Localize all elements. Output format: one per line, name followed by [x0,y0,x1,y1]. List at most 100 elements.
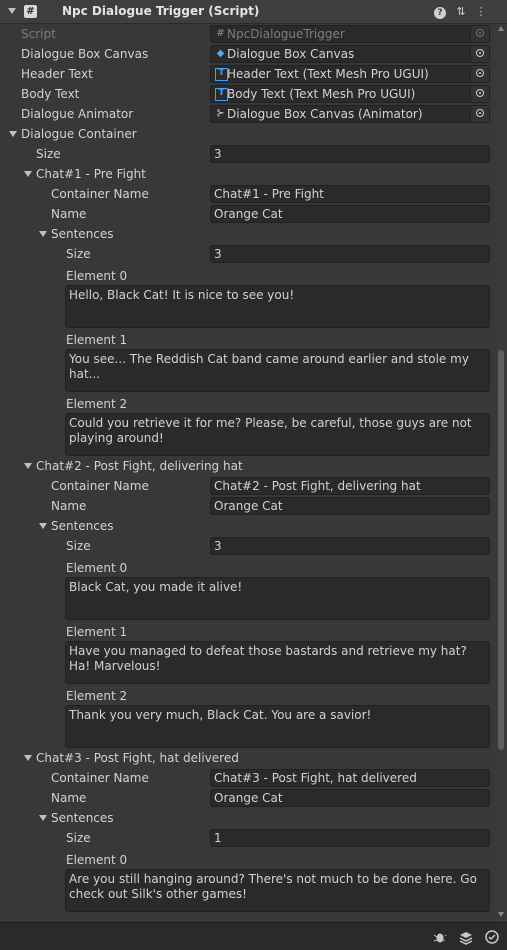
container-size-row: Size 3 [0,144,495,164]
sentences-label: Sentences [51,811,114,825]
header-text-field[interactable]: T Header Text (Text Mesh Pro UGUI) [210,65,490,83]
header-text-row: Header Text T Header Text (Text Mesh Pro… [0,64,495,84]
foldout-arrow-icon[interactable] [24,463,32,469]
element-label: Element 0 [66,853,128,867]
help-icon[interactable]: ? [433,5,447,19]
chat-1-name-row: Name Orange Cat [0,204,495,224]
sentence-textarea[interactable]: Could you retrieve it for me? Please, be… [65,413,490,456]
container-name-input[interactable]: Chat#2 - Post Fight, delivering hat [210,477,490,495]
body-text-field[interactable]: T Body Text (Text Mesh Pro UGUI) [210,85,490,103]
header-text-value: Header Text (Text Mesh Pro UGUI) [227,67,429,81]
chat-2-title: Chat#2 - Post Fight, delivering hat [36,459,243,473]
sentence-textarea[interactable]: Hello, Black Cat! It is nice to see you! [65,285,490,328]
dialogue-box-canvas-field[interactable]: ◆ Dialogue Box Canvas [210,45,490,63]
sentence-textarea[interactable]: You see... The Reddish Cat band came aro… [65,349,490,392]
gameobject-cube-icon: ◆ [216,48,225,59]
chat-2-container-name-row: Container Name Chat#2 - Post Fight, deli… [0,476,495,496]
status-bar [0,922,507,950]
chat-3-foldout[interactable]: Chat#3 - Post Fight, hat delivered [0,748,495,768]
script-row: Script # NpcDialogueTrigger [0,24,495,44]
vertical-scrollbar[interactable] [495,24,507,922]
container-name-input[interactable]: Chat#1 - Pre Fight [210,185,490,203]
name-label: Name [51,499,87,513]
object-picker-icon[interactable] [470,86,489,102]
container-name-input[interactable]: Chat#3 - Post Fight, hat delivered [210,769,490,787]
scroll-down-arrow-icon[interactable] [498,912,504,917]
sentences-label: Sentences [51,227,114,241]
script-file-icon: # [216,28,225,39]
sentences-size-input[interactable]: 1 [210,829,490,847]
script-field: # NpcDialogueTrigger [210,25,490,43]
sentences-size-label: Size [66,539,91,553]
dialogue-box-canvas-value: Dialogue Box Canvas [227,47,355,61]
animator-icon: ⊱ [216,108,225,119]
layers-icon[interactable] [458,929,474,945]
element-label: Element 0 [66,269,128,283]
chat-3-sentences-foldout[interactable]: Sentences [0,808,495,828]
name-input[interactable]: Orange Cat [210,497,490,515]
element-label: Element 2 [66,689,128,703]
chat-2-sentences-foldout[interactable]: Sentences [0,516,495,536]
chat-1-foldout[interactable]: Chat#1 - Pre Fight [0,164,495,184]
name-input[interactable]: Orange Cat [210,789,490,807]
container-name-label: Container Name [51,479,149,493]
element-label: Element 1 [66,625,128,639]
element-label: Element 2 [66,397,128,411]
dialogue-animator-value: Dialogue Box Canvas (Animator) [227,107,423,121]
body-text-value: Body Text (Text Mesh Pro UGUI) [227,87,416,101]
body-text-label: Body Text [21,87,80,101]
chat-2-foldout[interactable]: Chat#2 - Post Fight, delivering hat [0,456,495,476]
container-size-input[interactable]: 3 [210,145,490,163]
component-title: Npc Dialogue Trigger (Script) [62,4,260,18]
dialogue-container-foldout[interactable]: Dialogue Container [0,124,495,144]
chat-1-title: Chat#1 - Pre Fight [36,167,146,181]
kebab-menu-icon[interactable]: ⋮ [474,5,488,19]
foldout-arrow-icon[interactable] [39,231,47,237]
foldout-arrow-icon[interactable] [24,755,32,761]
object-picker-icon[interactable] [470,46,489,62]
chat-1-sentences-foldout[interactable]: Sentences [0,224,495,244]
element-label: Element 1 [66,333,128,347]
dialogue-container-label: Dialogue Container [21,127,137,141]
sentence-textarea[interactable]: Have you managed to defeat those bastard… [65,641,490,684]
container-name-label: Container Name [51,771,149,785]
sentence-textarea[interactable]: Black Cat, you made it alive! [65,577,490,620]
foldout-arrow-icon[interactable] [9,131,17,137]
script-icon: # [24,5,37,18]
body-text-row: Body Text T Body Text (Text Mesh Pro UGU… [0,84,495,104]
name-label: Name [51,791,87,805]
sentence-textarea[interactable]: Thank you very much, Black Cat. You are … [65,705,490,748]
name-label: Name [51,207,87,221]
preset-icon[interactable]: ⇅ [454,5,468,19]
component-header: # Npc Dialogue Trigger (Script) ? ⇅ ⋮ [0,0,507,24]
component-foldout-arrow-icon[interactable] [8,8,16,14]
header-text-label: Header Text [21,67,93,81]
scrollbar-thumb[interactable] [498,350,504,750]
chat-3-container-name-row: Container Name Chat#3 - Post Fight, hat … [0,768,495,788]
dialogue-animator-row: Dialogue Animator ⊱ Dialogue Box Canvas … [0,104,495,124]
container-size-label: Size [36,147,61,161]
check-circle-icon[interactable] [484,929,500,945]
foldout-arrow-icon[interactable] [24,171,32,177]
dialogue-animator-field[interactable]: ⊱ Dialogue Box Canvas (Animator) [210,105,490,123]
chat-3-name-row: Name Orange Cat [0,788,495,808]
sentences-size-label: Size [66,247,91,261]
object-picker-icon[interactable] [470,106,489,122]
object-picker-icon [470,26,489,42]
foldout-arrow-icon[interactable] [39,523,47,529]
sentences-size-input[interactable]: 3 [210,245,490,263]
sentences-size-input[interactable]: 3 [210,537,490,555]
chat-2-sentences-size-row: Size 3 [0,536,495,556]
chat-3-sentences-size-row: Size 1 [0,828,495,848]
scroll-up-arrow-icon[interactable] [498,26,504,31]
chat-1-sentences-size-row: Size 3 [0,244,495,264]
object-picker-icon[interactable] [470,66,489,82]
dialogue-box-canvas-row: Dialogue Box Canvas ◆ Dialogue Box Canva… [0,44,495,64]
dialogue-animator-label: Dialogue Animator [21,107,134,121]
sentences-size-label: Size [66,831,91,845]
debug-icon[interactable] [432,929,448,945]
sentence-textarea[interactable]: Are you still hanging around? There's no… [65,869,490,912]
foldout-arrow-icon[interactable] [39,815,47,821]
name-input[interactable]: Orange Cat [210,205,490,223]
element-label: Element 0 [66,561,128,575]
